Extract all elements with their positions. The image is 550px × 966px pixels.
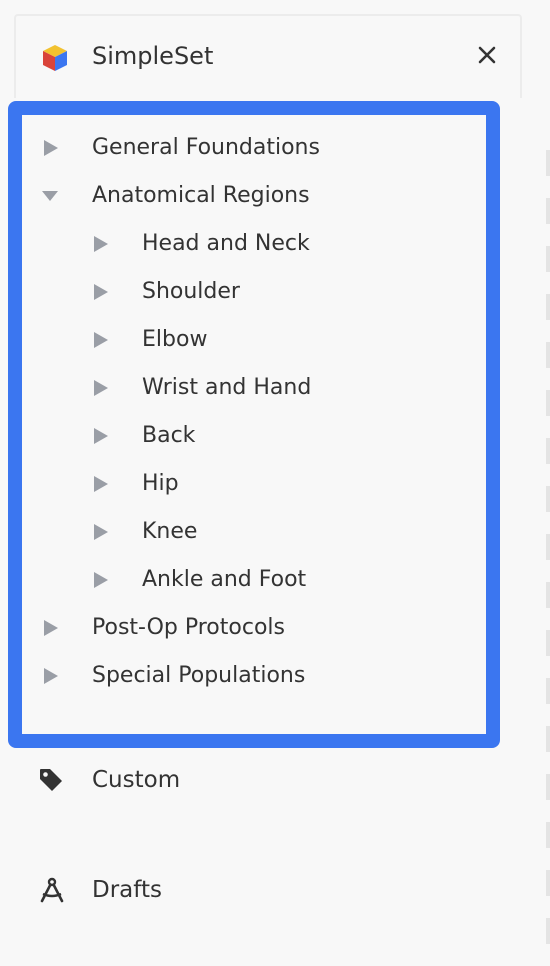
caret-right-icon (94, 572, 108, 588)
cube-logo-icon (43, 45, 67, 71)
nav-label-custom: Custom (92, 767, 181, 793)
tree-item[interactable]: Anatomical Regions (40, 176, 460, 216)
background-list-edge (546, 0, 550, 966)
tree-item-label: Knee (142, 519, 198, 544)
tree-item[interactable]: Elbow (90, 320, 460, 360)
caret-right-icon (44, 620, 58, 636)
sidebar-header: SimpleSet (14, 14, 522, 98)
tree-item-label: Wrist and Hand (142, 375, 312, 400)
caret-right-icon (94, 332, 108, 348)
caret-right-icon (94, 284, 108, 300)
nav-label-drafts: Drafts (92, 877, 162, 903)
tree-item-label: Post-Op Protocols (92, 615, 285, 640)
caret-down-icon (42, 191, 58, 201)
tree-item[interactable]: Ankle and Foot (90, 560, 460, 600)
compass-icon (40, 877, 64, 903)
tree-item[interactable]: Shoulder (90, 272, 460, 312)
tree-item[interactable]: Hip (90, 464, 460, 504)
tree-item-label: Elbow (142, 327, 208, 352)
tree-item[interactable]: Special Populations (40, 656, 460, 696)
tree-item[interactable]: General Foundations (40, 128, 460, 168)
tree-item-label: Back (142, 423, 196, 448)
caret-right-icon (44, 668, 58, 684)
tree-item-label: Shoulder (142, 279, 240, 304)
tree-item[interactable]: Head and Neck (90, 224, 460, 264)
tree-item-label: Anatomical Regions (92, 183, 310, 208)
tree-item[interactable]: Knee (90, 512, 460, 552)
caret-right-icon (94, 380, 108, 396)
nav-item-drafts[interactable]: Drafts (38, 870, 162, 910)
caret-right-icon (94, 236, 108, 252)
tree-item-label: Ankle and Foot (142, 567, 307, 592)
tree-item[interactable]: Wrist and Hand (90, 368, 460, 408)
caret-right-icon (94, 476, 108, 492)
tree-item-label: Head and Neck (142, 231, 310, 256)
nav-item-custom[interactable]: Custom (38, 760, 180, 800)
category-tree: General Foundations Anatomical Regions Hea… (8, 101, 500, 748)
app-title: SimpleSet (92, 42, 214, 70)
tree-item-label: General Foundations (92, 135, 320, 160)
tag-icon (40, 769, 62, 791)
tree-item-label: Special Populations (92, 663, 306, 688)
close-icon (478, 46, 496, 64)
caret-right-icon (94, 428, 108, 444)
tree-item-label: Hip (142, 471, 179, 496)
tree-item[interactable]: Post-Op Protocols (40, 608, 460, 648)
caret-right-icon (94, 524, 108, 540)
close-button[interactable] (472, 40, 502, 70)
tree-item[interactable]: Back (90, 416, 460, 456)
caret-right-icon (44, 140, 58, 156)
